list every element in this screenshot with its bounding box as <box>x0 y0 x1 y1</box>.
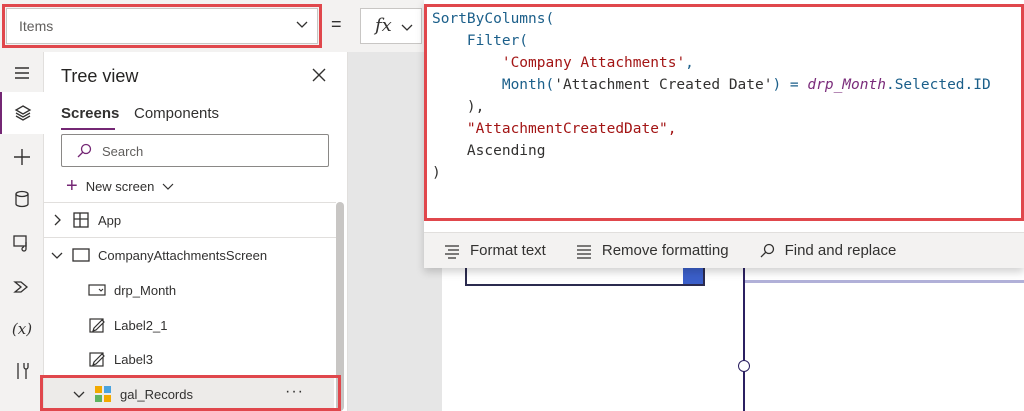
format-text-button[interactable]: Format text <box>444 242 546 259</box>
search-placeholder: Search <box>102 144 144 159</box>
format-text-icon <box>445 244 459 259</box>
search-input[interactable]: Search <box>61 134 329 167</box>
code-line-5: ), <box>432 99 485 115</box>
gallery-selection-border <box>743 268 745 411</box>
tree-item-label: Label3 <box>114 351 154 367</box>
search-icon <box>77 143 92 158</box>
power-automate-icon[interactable] <box>0 266 44 308</box>
dropdown-selection-indicator <box>683 268 703 284</box>
tree-scrollbar[interactable] <box>336 202 344 411</box>
find-and-replace-button[interactable]: Find and replace <box>759 242 897 259</box>
canvas-screen[interactable] <box>442 268 1024 411</box>
tree-view-panel: Tree view Screens Components Search + Ne… <box>44 52 348 411</box>
tree-item-label: App <box>98 212 122 228</box>
tree-item-app[interactable]: App <box>44 203 334 237</box>
variables-glyph: (x) <box>11 320 33 338</box>
code-line-7: Ascending <box>432 143 546 159</box>
property-selector-value: Items <box>19 18 54 34</box>
function-button[interactable]: fx <box>360 8 422 44</box>
close-icon[interactable] <box>310 66 328 84</box>
chevron-down-icon <box>401 24 413 31</box>
dropdown-icon <box>88 284 106 296</box>
fx-icon: fx <box>375 15 392 36</box>
chevron-down-icon <box>162 183 174 190</box>
label-edit-icon <box>89 352 105 367</box>
app-icon <box>73 212 89 228</box>
property-selector[interactable]: Items <box>6 8 318 44</box>
formula-toolbar: Format text Remove formatting Find and r… <box>424 232 1024 268</box>
chevron-down-icon[interactable] <box>72 387 86 401</box>
plus-icon: + <box>66 175 78 197</box>
find-and-replace-label: Find and replace <box>784 242 897 259</box>
equals-sign: = <box>331 14 342 34</box>
code-line-8: ) <box>432 165 441 181</box>
tree-item-label: Label2_1 <box>114 317 168 333</box>
chevron-down-icon <box>296 21 308 28</box>
code-line-2: Filter( <box>432 33 529 49</box>
tab-components[interactable]: Components <box>134 105 219 122</box>
new-screen-label: New screen <box>85 178 155 194</box>
remove-formatting-icon <box>576 244 591 259</box>
new-screen-button[interactable]: + New screen <box>66 176 174 196</box>
panel-title: Tree view <box>61 66 139 86</box>
variables-icon[interactable]: (x) <box>0 308 44 350</box>
label-edit-icon <box>89 318 105 333</box>
media-icon[interactable] <box>0 222 44 264</box>
tree-item-gal-records[interactable]: gal_Records ··· <box>44 377 334 411</box>
left-icon-rail: (x) <box>0 52 44 411</box>
formula-editor[interactable]: SortByColumns( Filter( 'Company Attachme… <box>424 0 1024 268</box>
formula-code[interactable]: SortByColumns( Filter( 'Company Attachme… <box>432 8 991 184</box>
tree-item-drp-month[interactable]: drp_Month <box>44 273 334 307</box>
gallery-template-line <box>745 280 1024 283</box>
screen-icon <box>72 248 90 262</box>
more-options-icon[interactable]: ··· <box>285 383 304 401</box>
code-line-4: Month('Attachment Created Date') = drp_M… <box>432 77 991 93</box>
tree-item-label: drp_Month <box>114 282 177 298</box>
search-icon <box>760 243 774 257</box>
resize-handle[interactable] <box>738 360 750 372</box>
tools-icon[interactable] <box>0 350 44 392</box>
tree-item-company-attachments-screen[interactable]: CompanyAttachmentsScreen <box>44 238 334 272</box>
code-line-1: SortByColumns( <box>432 11 555 27</box>
remove-formatting-label: Remove formatting <box>601 242 729 259</box>
chevron-right-icon[interactable] <box>50 213 64 227</box>
code-line-3: 'Company Attachments', <box>501 55 694 71</box>
gallery-icon <box>95 386 111 402</box>
active-tab-indicator <box>61 128 115 130</box>
layers-icon[interactable] <box>0 92 44 134</box>
plus-icon[interactable] <box>0 136 44 178</box>
database-icon[interactable] <box>0 178 44 220</box>
hamburger-menu-icon[interactable] <box>0 52 44 94</box>
chevron-down-icon[interactable] <box>50 248 64 262</box>
canvas-drp-month-control[interactable] <box>465 268 705 286</box>
tree-item-label: gal_Records <box>120 386 193 402</box>
tab-screens[interactable]: Screens <box>61 105 119 122</box>
tree-item-label2-1[interactable]: Label2_1 <box>44 308 334 342</box>
format-text-label: Format text <box>470 242 546 259</box>
tree-item-label3[interactable]: Label3 <box>44 342 334 376</box>
tree-item-label: CompanyAttachmentsScreen <box>98 247 268 263</box>
remove-formatting-button[interactable]: Remove formatting <box>576 242 729 259</box>
code-line-6: "AttachmentCreatedDate", <box>432 121 677 137</box>
